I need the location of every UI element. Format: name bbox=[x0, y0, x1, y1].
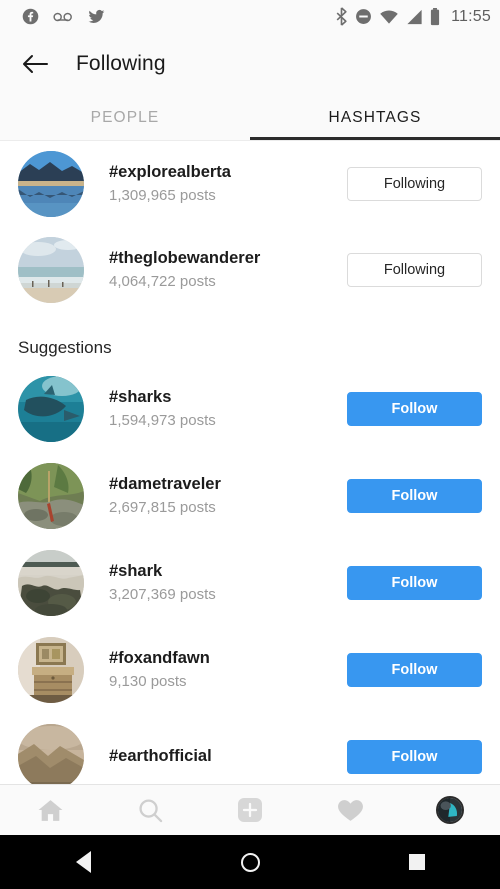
hashtag-post-count: 9,130 posts bbox=[109, 672, 187, 690]
back-button[interactable] bbox=[18, 47, 52, 81]
row-text: #explorealberta 1,309,965 posts bbox=[109, 161, 347, 207]
tab-people[interactable]: PEOPLE bbox=[0, 95, 250, 140]
nav-add-post[interactable] bbox=[200, 797, 300, 823]
nav-activity[interactable] bbox=[300, 798, 400, 823]
hashtag-name: #foxandfawn bbox=[109, 648, 210, 667]
hashtag-name: #theglobewanderer bbox=[109, 249, 261, 267]
cellular-signal-icon bbox=[407, 9, 422, 24]
underwater-shark-avatar-image bbox=[18, 375, 84, 442]
avatar[interactable] bbox=[18, 723, 84, 784]
phone-screen: 11:55 Following PEOPLE HASHTAGS #explore… bbox=[0, 0, 500, 889]
search-icon bbox=[138, 798, 162, 822]
beach-avatar-image bbox=[18, 237, 84, 303]
hashtag-name: #explorealberta bbox=[109, 163, 231, 181]
add-post-icon bbox=[238, 798, 262, 822]
hashtag-list[interactable]: #explorealberta 1,309,965 posts Followin… bbox=[0, 141, 500, 784]
row-text: #foxandfawn 9,130 posts bbox=[109, 647, 347, 693]
app-bar: Following bbox=[0, 33, 500, 95]
avatar[interactable] bbox=[18, 151, 84, 217]
android-home-button[interactable] bbox=[167, 852, 334, 872]
hashtag-post-count: 1,594,973 posts bbox=[109, 411, 216, 429]
follow-button[interactable]: Follow bbox=[347, 565, 482, 600]
bluetooth-icon bbox=[336, 7, 347, 26]
table-row[interactable]: #theglobewanderer 4,064,722 posts Follow… bbox=[0, 227, 500, 313]
table-row[interactable]: #explorealberta 1,309,965 posts Followin… bbox=[0, 141, 500, 227]
tab-hashtags[interactable]: HASHTAGS bbox=[250, 95, 500, 140]
vintage-interior-avatar-image bbox=[18, 636, 84, 703]
android-back-button[interactable] bbox=[0, 851, 167, 873]
android-back-icon bbox=[75, 851, 91, 873]
nav-profile[interactable] bbox=[400, 796, 500, 824]
following-button[interactable]: Following bbox=[347, 253, 482, 287]
avatar[interactable] bbox=[18, 636, 84, 703]
suggestions-heading: Suggestions bbox=[18, 338, 112, 357]
home-icon bbox=[38, 799, 62, 821]
nav-home[interactable] bbox=[0, 798, 100, 823]
hashtag-post-count: 4,064,722 posts bbox=[109, 273, 216, 290]
facebook-icon bbox=[22, 8, 39, 25]
follow-button[interactable]: Follow bbox=[347, 739, 482, 774]
bottom-navigation-bar bbox=[0, 784, 500, 835]
mountain-lake-avatar-image bbox=[18, 151, 84, 217]
follow-button[interactable]: Follow bbox=[347, 652, 482, 687]
status-bar: 11:55 bbox=[0, 0, 500, 33]
rocky-shore-avatar-image bbox=[18, 549, 84, 616]
hashtag-name: #earthofficial bbox=[109, 746, 212, 765]
do-not-disturb-icon bbox=[356, 9, 372, 24]
row-text: #dametraveler 2,697,815 posts bbox=[109, 473, 347, 519]
table-row[interactable]: #dametraveler 2,697,815 posts Follow bbox=[0, 452, 500, 539]
hashtag-post-count: 3,207,369 posts bbox=[109, 585, 216, 603]
avatar[interactable] bbox=[18, 462, 84, 529]
row-text: #theglobewanderer 4,064,722 posts bbox=[109, 247, 347, 293]
table-row[interactable]: #sharks 1,594,973 posts Follow bbox=[0, 365, 500, 452]
android-system-nav bbox=[0, 835, 500, 889]
activity-heart-icon bbox=[337, 799, 363, 821]
status-bar-clock: 11:55 bbox=[451, 7, 491, 25]
battery-icon bbox=[431, 7, 440, 25]
table-row[interactable]: #earthofficial Follow bbox=[0, 713, 500, 784]
desert-landscape-avatar-image bbox=[18, 723, 84, 784]
avatar[interactable] bbox=[18, 237, 84, 303]
active-tab-indicator bbox=[250, 137, 500, 140]
avatar[interactable] bbox=[18, 549, 84, 616]
jungle-avatar-image bbox=[18, 462, 84, 529]
row-text: #shark 3,207,369 posts bbox=[109, 560, 347, 606]
avatar[interactable] bbox=[18, 375, 84, 442]
android-recents-button[interactable] bbox=[333, 854, 500, 870]
hashtag-name: #shark bbox=[109, 561, 163, 580]
following-button[interactable]: Following bbox=[347, 167, 482, 201]
status-bar-left-icons bbox=[22, 8, 106, 25]
tab-bar: PEOPLE HASHTAGS bbox=[0, 95, 500, 140]
page-title: Following bbox=[76, 52, 166, 75]
hashtag-post-count: 2,697,815 posts bbox=[109, 498, 216, 516]
row-text: #sharks 1,594,973 posts bbox=[109, 386, 347, 432]
table-row[interactable]: #shark 3,207,369 posts Follow bbox=[0, 539, 500, 626]
profile-avatar-image bbox=[438, 798, 462, 822]
android-recents-icon bbox=[408, 854, 425, 870]
nav-search[interactable] bbox=[100, 798, 200, 823]
voicemail-icon bbox=[53, 12, 72, 21]
hashtag-name: #sharks bbox=[109, 387, 172, 406]
wifi-icon bbox=[380, 10, 398, 24]
twitter-icon bbox=[88, 9, 105, 23]
follow-button[interactable]: Follow bbox=[347, 478, 482, 513]
status-bar-right-icons: 11:55 bbox=[335, 7, 491, 26]
profile-avatar[interactable] bbox=[436, 796, 464, 824]
follow-button[interactable]: Follow bbox=[347, 391, 482, 426]
back-arrow-icon bbox=[23, 55, 48, 73]
table-row[interactable]: #foxandfawn 9,130 posts Follow bbox=[0, 626, 500, 713]
android-home-icon bbox=[240, 852, 260, 872]
row-text: #earthofficial bbox=[109, 745, 347, 769]
hashtag-name: #dametraveler bbox=[109, 474, 221, 493]
hashtag-post-count: 1,309,965 posts bbox=[109, 187, 216, 204]
